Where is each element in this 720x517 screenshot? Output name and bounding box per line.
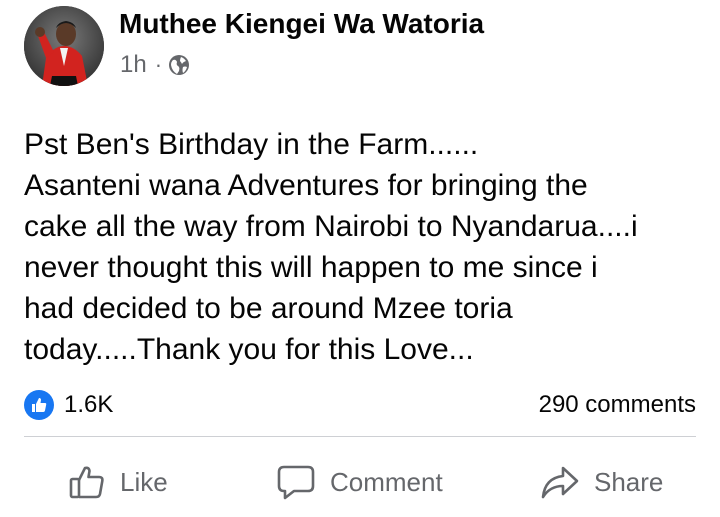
post-body-line: Asanteni wana Adventures for bringing th… <box>24 169 588 202</box>
post-body-line: never thought this will happen to me sin… <box>24 251 598 284</box>
divider <box>24 436 696 437</box>
reactions-bar: 1.6K 290 comments <box>24 387 696 423</box>
like-reaction-icon <box>24 390 54 420</box>
meta-separator: · <box>154 52 163 77</box>
like-button[interactable]: Like <box>68 452 168 512</box>
like-label: Like <box>120 466 168 497</box>
thumbs-up-icon <box>69 466 104 499</box>
avatar[interactable] <box>24 6 104 86</box>
share-arrow-icon <box>541 466 579 499</box>
comment-label: Comment <box>330 466 443 497</box>
comments-count[interactable]: 290 comments <box>539 387 696 423</box>
globe-icon[interactable] <box>168 54 190 76</box>
share-button[interactable]: Share <box>540 452 663 512</box>
post-body-line: had decided to be around Mzee toria <box>24 292 513 325</box>
post-body-line: cake all the way from Nairobi to Nyandar… <box>24 210 638 243</box>
comment-button[interactable]: Comment <box>276 452 443 512</box>
reaction-summary[interactable]: 1.6K <box>24 387 113 423</box>
reaction-count: 1.6K <box>64 391 114 418</box>
post-body: Pst Ben's Birthday in the Farm...... Asa… <box>24 124 704 370</box>
post-timestamp[interactable]: 1h <box>120 51 147 79</box>
share-label: Share <box>594 466 664 497</box>
post-body-line: today.....Thank you for this Love... <box>24 333 474 366</box>
post-body-line: Pst Ben's Birthday in the Farm...... <box>24 128 479 161</box>
author-name[interactable]: Muthee Kiengei Wa Watoria <box>119 6 484 42</box>
post-header: Muthee Kiengei Wa Watoria 1h · <box>24 6 704 86</box>
action-bar: Like Comment Share <box>24 452 696 512</box>
post-meta: 1h · <box>120 50 190 80</box>
avatar-image <box>24 6 104 86</box>
comment-bubble-icon <box>277 465 315 500</box>
